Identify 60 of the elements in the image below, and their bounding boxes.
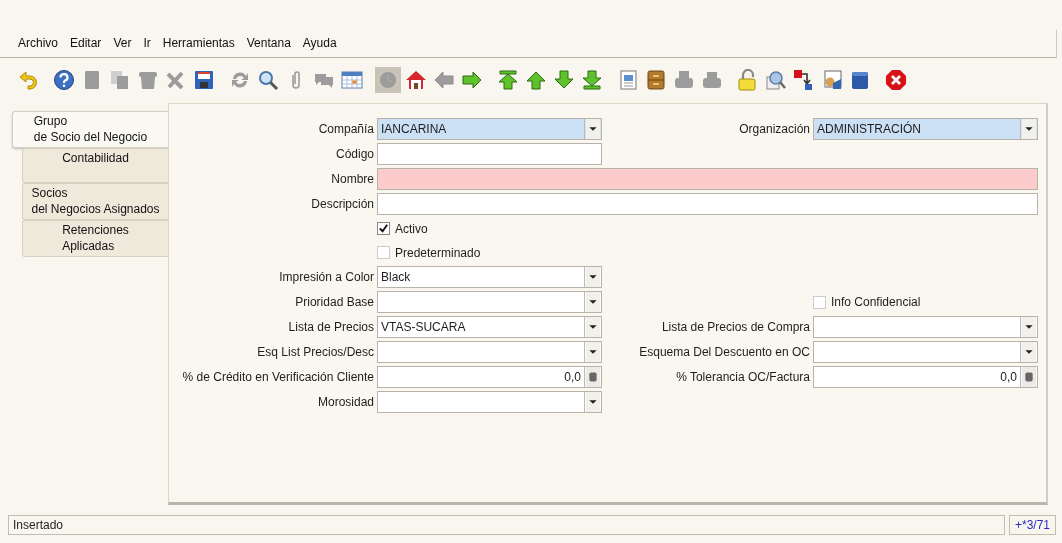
caret-icon[interactable] <box>584 342 601 362</box>
field-label: Descripción <box>310 197 374 211</box>
dropdown-field[interactable]: ADMINISTRACIÓN <box>813 118 1038 140</box>
field-label: Organización <box>738 122 810 136</box>
tab[interactable]: Contabilidad <box>22 148 168 183</box>
text-field[interactable] <box>377 143 602 165</box>
field-label: Código <box>334 147 374 161</box>
dropdown-field[interactable] <box>377 391 602 413</box>
field-label: Impresión a Color <box>278 270 374 284</box>
caret-icon[interactable] <box>584 292 601 312</box>
field-label: Esquema Del Descuento en OC <box>638 345 810 359</box>
checkbox[interactable] <box>813 295 826 309</box>
checkbox[interactable] <box>377 222 390 235</box>
field-label: Morosidad <box>316 395 374 409</box>
tab[interactable]: Retenciones Aplicadas <box>22 220 168 257</box>
field-label: % Tolerancia OC/Factura <box>675 370 810 384</box>
caret-icon[interactable] <box>1020 119 1037 139</box>
dropdown-field[interactable]: IANCARINA <box>377 118 602 140</box>
field-label: Prioridad Base <box>294 295 374 309</box>
dropdown-field[interactable]: Black <box>377 266 602 288</box>
help-icon[interactable] <box>51 67 77 93</box>
menu-item[interactable]: Ir <box>137 30 157 50</box>
calculator-icon[interactable] <box>584 367 601 387</box>
field-label: % de Crédito en Verificación Cliente <box>181 370 374 384</box>
close-icon[interactable] <box>883 67 909 93</box>
calculator-icon[interactable] <box>1020 367 1037 387</box>
field-label: Lista de Precios <box>287 320 374 334</box>
menu-item[interactable]: Herramientas <box>156 30 241 50</box>
status-message: Insertado <box>8 515 1005 535</box>
field-label: Esq List Precios/Desc <box>256 345 374 359</box>
caret-icon[interactable] <box>584 119 601 139</box>
text-field[interactable] <box>377 193 1038 215</box>
field-label: Compañía <box>317 122 374 136</box>
menu-item[interactable]: Ver <box>107 30 138 50</box>
caret-icon[interactable] <box>1020 342 1037 362</box>
record-counter: +*3/71 <box>1008 515 1056 535</box>
checkbox[interactable] <box>377 246 390 259</box>
dropdown-field[interactable] <box>377 291 602 313</box>
caret-icon[interactable] <box>584 317 601 337</box>
tab[interactable]: Socios del Negocios Asignados <box>22 183 168 220</box>
dropdown-field[interactable] <box>377 341 602 363</box>
caret-icon[interactable] <box>1020 317 1037 337</box>
dropdown-field[interactable] <box>813 341 1038 363</box>
checkbox-label: Info Confidencial <box>831 295 921 309</box>
tab[interactable]: Grupo de Socio del Negocio <box>12 111 168 148</box>
menu-item[interactable]: Editar <box>64 30 108 50</box>
text-field[interactable] <box>377 168 1038 190</box>
number-field[interactable]: 0,0 <box>377 366 602 388</box>
checkbox-label: Predeterminado <box>395 245 481 260</box>
caret-icon[interactable] <box>584 267 601 287</box>
field-label: Nombre <box>330 172 374 186</box>
caret-icon[interactable] <box>584 392 601 412</box>
dropdown-field[interactable] <box>813 316 1038 338</box>
dropdown-field[interactable]: VTAS-SUCARA <box>377 316 602 338</box>
menu-item[interactable]: Archivo <box>12 30 64 50</box>
checkbox-label: Activo <box>395 221 428 236</box>
field-label: Lista de Precios de Compra <box>660 320 810 334</box>
number-field[interactable]: 0,0 <box>813 366 1038 388</box>
menu-item[interactable]: Ayuda <box>296 30 343 50</box>
menu-item[interactable]: Ventana <box>240 30 297 50</box>
